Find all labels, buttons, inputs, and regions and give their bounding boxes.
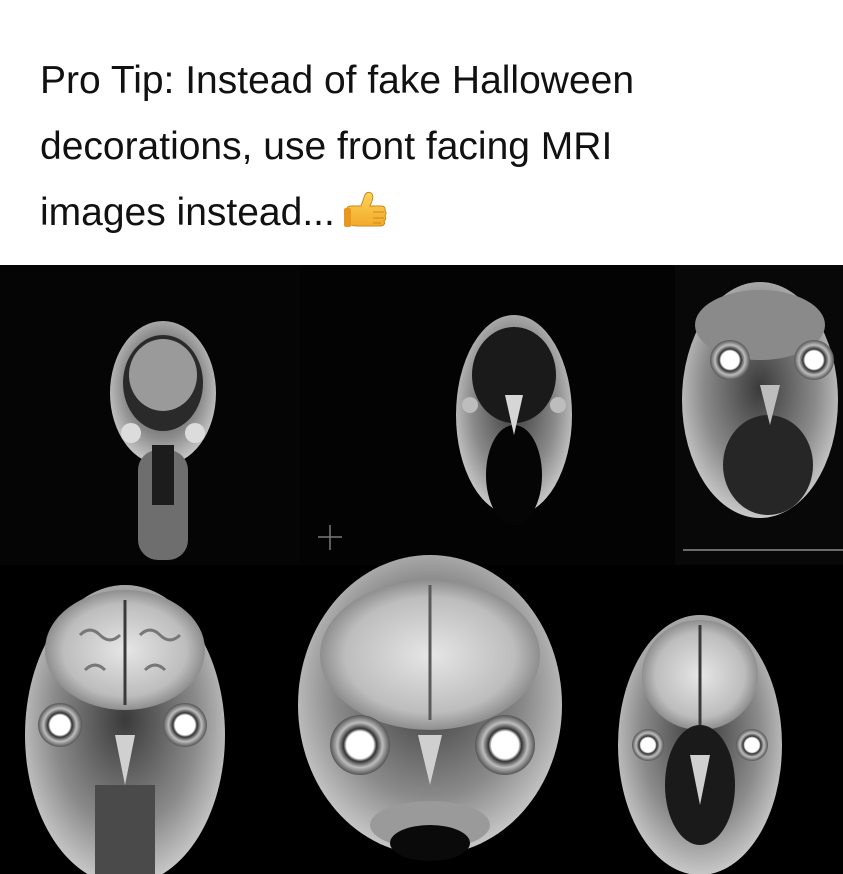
mri-scan-4 xyxy=(25,585,225,874)
caption-line-2: decorations, use front facing MRI xyxy=(40,125,613,168)
mri-collage-image xyxy=(0,265,843,874)
mri-scan-6 xyxy=(618,615,782,874)
mri-scan-3 xyxy=(682,282,838,518)
caption-line-1: Pro Tip: Instead of fake Halloween xyxy=(40,59,635,102)
caption-line-3-text: images instead... xyxy=(40,191,335,234)
caption-line-3: images instead... xyxy=(40,180,820,252)
meme-caption: Pro Tip: Instead of fake Halloween decor… xyxy=(40,48,820,252)
thumbs-up-icon xyxy=(343,186,389,252)
